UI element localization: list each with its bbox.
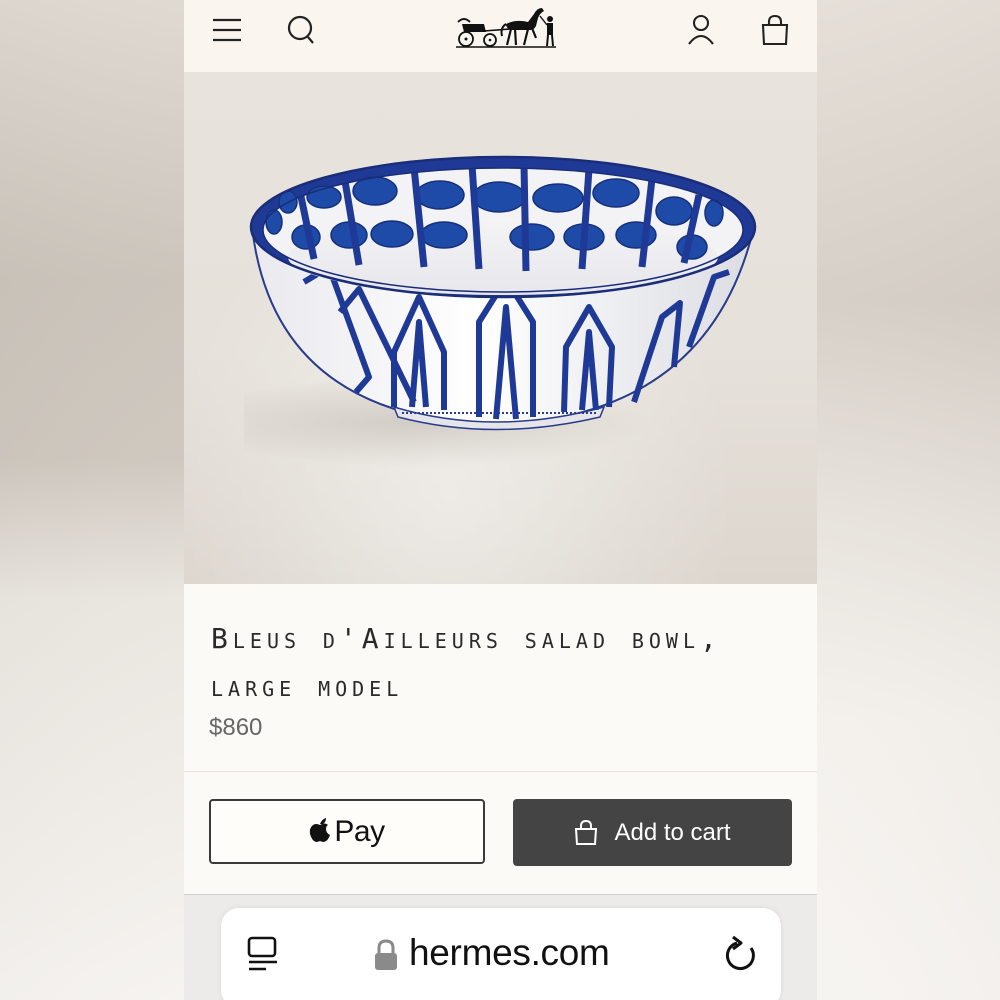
url-text[interactable]: hermes.com	[409, 932, 610, 974]
apple-pay-label: Pay	[334, 814, 385, 848]
background-right	[816, 0, 1000, 1000]
search-button[interactable]	[281, 10, 321, 50]
product-info: Bleus d'Ailleurs salad bowl, large model…	[184, 584, 817, 770]
reload-icon	[725, 935, 755, 970]
shopping-bag-icon	[761, 14, 789, 46]
account-icon	[688, 14, 714, 45]
product-image-carousel[interactable]	[184, 72, 817, 584]
browser-address-bar[interactable]: hermes.com	[221, 908, 781, 1000]
cart-button[interactable]	[755, 10, 795, 50]
apple-pay-button[interactable]: Pay	[209, 799, 485, 864]
product-price: $860	[209, 714, 263, 741]
purchase-actions: Pay Add to cart	[184, 772, 817, 894]
product-title: Bleus d'Ailleurs salad bowl, large model	[211, 622, 722, 703]
apple-logo-icon	[310, 817, 331, 842]
top-navigation-bar	[184, 0, 817, 72]
lock-icon	[375, 939, 397, 970]
add-to-cart-label: Add to cart	[614, 818, 731, 846]
menu-button[interactable]	[207, 10, 247, 50]
horse-carriage-logo-icon	[456, 8, 556, 48]
tab-overview-icon	[247, 936, 277, 971]
account-button[interactable]	[681, 10, 721, 50]
phone-screen: Bleus d'Ailleurs salad bowl, large model…	[184, 0, 817, 1000]
hamburger-menu-icon	[213, 18, 241, 42]
tabs-button[interactable]	[244, 934, 284, 974]
salad-bowl-image	[244, 155, 757, 467]
add-to-cart-button[interactable]: Add to cart	[513, 799, 792, 866]
shopping-bag-icon	[575, 819, 598, 845]
search-icon	[287, 15, 314, 44]
reload-button[interactable]	[721, 932, 761, 976]
background-left	[0, 0, 184, 1000]
horse-carriage-logo[interactable]	[454, 2, 558, 52]
